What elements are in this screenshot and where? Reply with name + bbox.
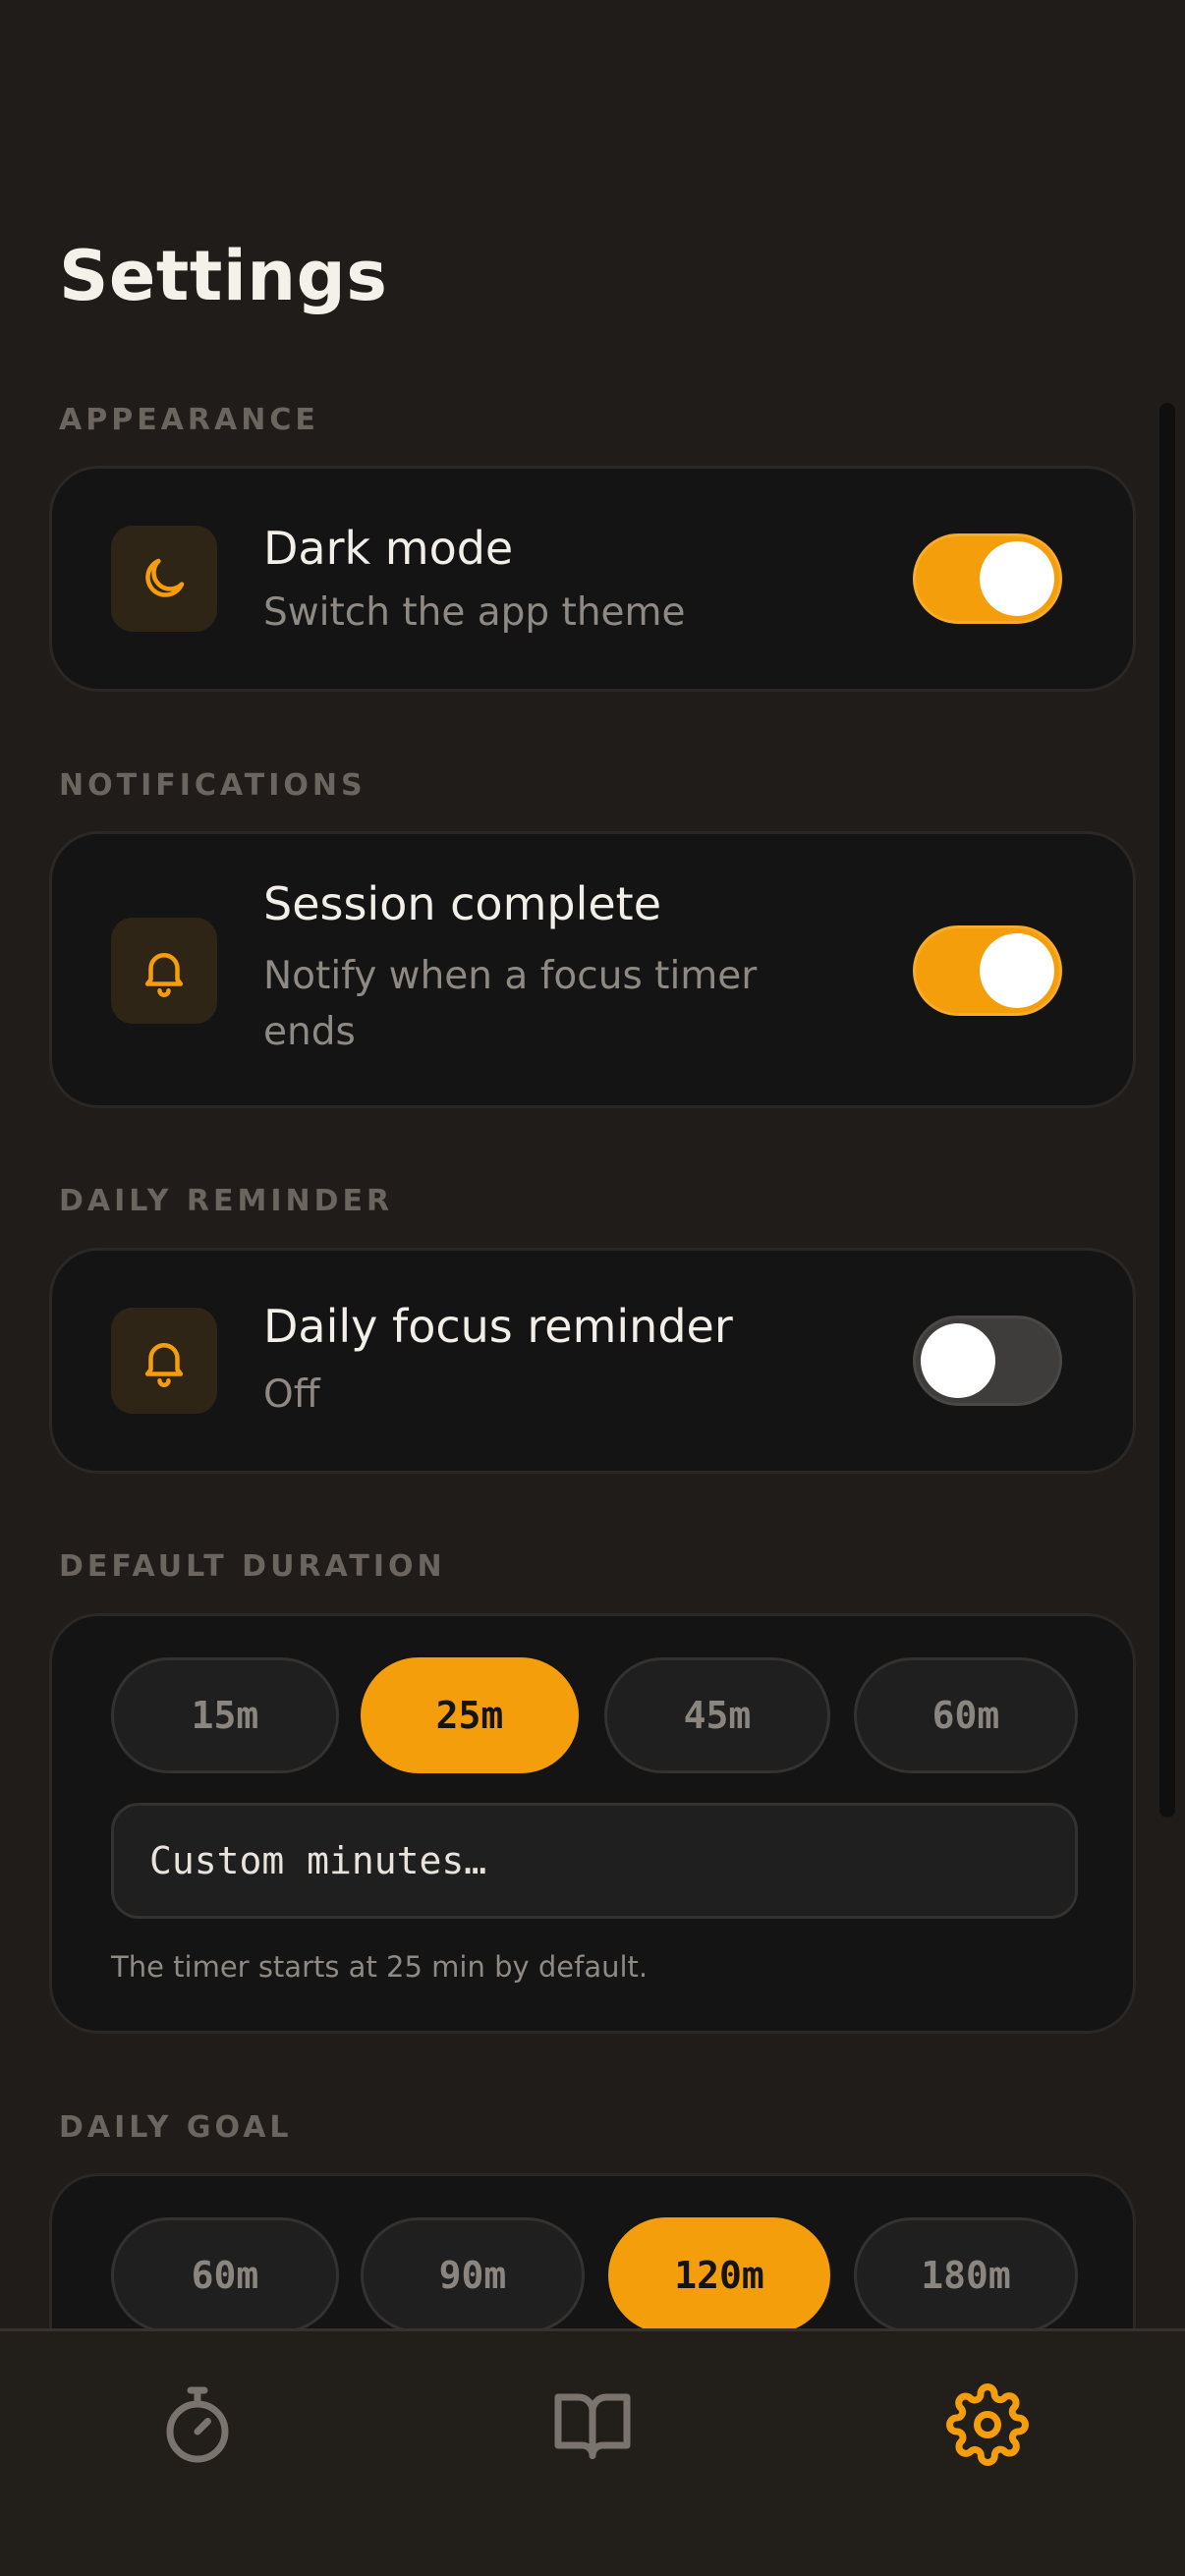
toggle-knob [980, 933, 1054, 1008]
duration-chip-60m[interactable]: 60m [854, 1657, 1078, 1773]
session-complete-title: Session complete [263, 877, 661, 930]
dark-mode-subtitle: Switch the app theme [263, 590, 686, 635]
toggle-knob [980, 541, 1054, 616]
gear-icon [946, 2383, 1029, 2466]
nav-item-timer[interactable] [134, 2361, 261, 2489]
section-label-appearance: APPEARANCE [59, 403, 319, 437]
duration-chip-45m[interactable]: 45m [604, 1657, 830, 1773]
duration-chip-25m[interactable]: 25m [361, 1657, 579, 1773]
daily-reminder-title: Daily focus reminder [263, 1300, 733, 1353]
dark-mode-card: Dark mode Switch the app theme [49, 466, 1136, 692]
default-duration-card: 15m 25m 45m 60m The timer starts at 25 m… [49, 1613, 1136, 2034]
goal-chip-group: 60m 90m 120m 180m [111, 2217, 1078, 2328]
session-complete-card: Session complete Notify when a focus tim… [49, 831, 1136, 1108]
goal-chip-120m[interactable]: 120m [608, 2217, 830, 2328]
daily-goal-card: 60m 90m 120m 180m [49, 2173, 1136, 2328]
scrollbar[interactable] [1159, 403, 1175, 1818]
nav-item-library[interactable] [529, 2361, 656, 2489]
nav-item-settings[interactable] [924, 2361, 1051, 2489]
bell-icon [111, 1308, 217, 1414]
dark-mode-title: Dark mode [263, 522, 514, 575]
page-title: Settings [59, 236, 388, 316]
section-label-daily-reminder: DAILY REMINDER [59, 1184, 394, 1218]
moon-icon [111, 526, 217, 632]
section-label-daily-goal: DAILY GOAL [59, 2110, 293, 2145]
bottom-nav [0, 2328, 1185, 2576]
section-label-notifications: NOTIFICATIONS [59, 768, 367, 803]
goal-chip-90m[interactable]: 90m [361, 2217, 585, 2328]
settings-page: Settings APPEARANCE Dark mode Switch the… [0, 0, 1185, 2328]
duration-chip-15m[interactable]: 15m [111, 1657, 339, 1773]
section-label-default-duration: DEFAULT DURATION [59, 1549, 446, 1584]
goal-chip-180m[interactable]: 180m [854, 2217, 1078, 2328]
daily-reminder-card: Daily focus reminder Off [49, 1248, 1136, 1474]
goal-chip-60m[interactable]: 60m [111, 2217, 339, 2328]
daily-reminder-toggle[interactable] [913, 1316, 1062, 1406]
book-icon [554, 2393, 631, 2459]
dark-mode-toggle[interactable] [913, 533, 1062, 624]
daily-reminder-subtitle: Off [263, 1372, 320, 1417]
bell-icon [111, 918, 217, 1024]
default-duration-hint: The timer starts at 25 min by default. [111, 1950, 649, 1984]
stopwatch-icon [166, 2386, 229, 2463]
session-complete-toggle[interactable] [913, 925, 1062, 1016]
session-complete-subtitle: Notify when a focus timer ends [263, 954, 758, 1054]
toggle-knob [921, 1323, 995, 1398]
custom-minutes-input[interactable] [111, 1803, 1078, 1919]
duration-chip-group: 15m 25m 45m 60m [111, 1657, 1078, 1773]
